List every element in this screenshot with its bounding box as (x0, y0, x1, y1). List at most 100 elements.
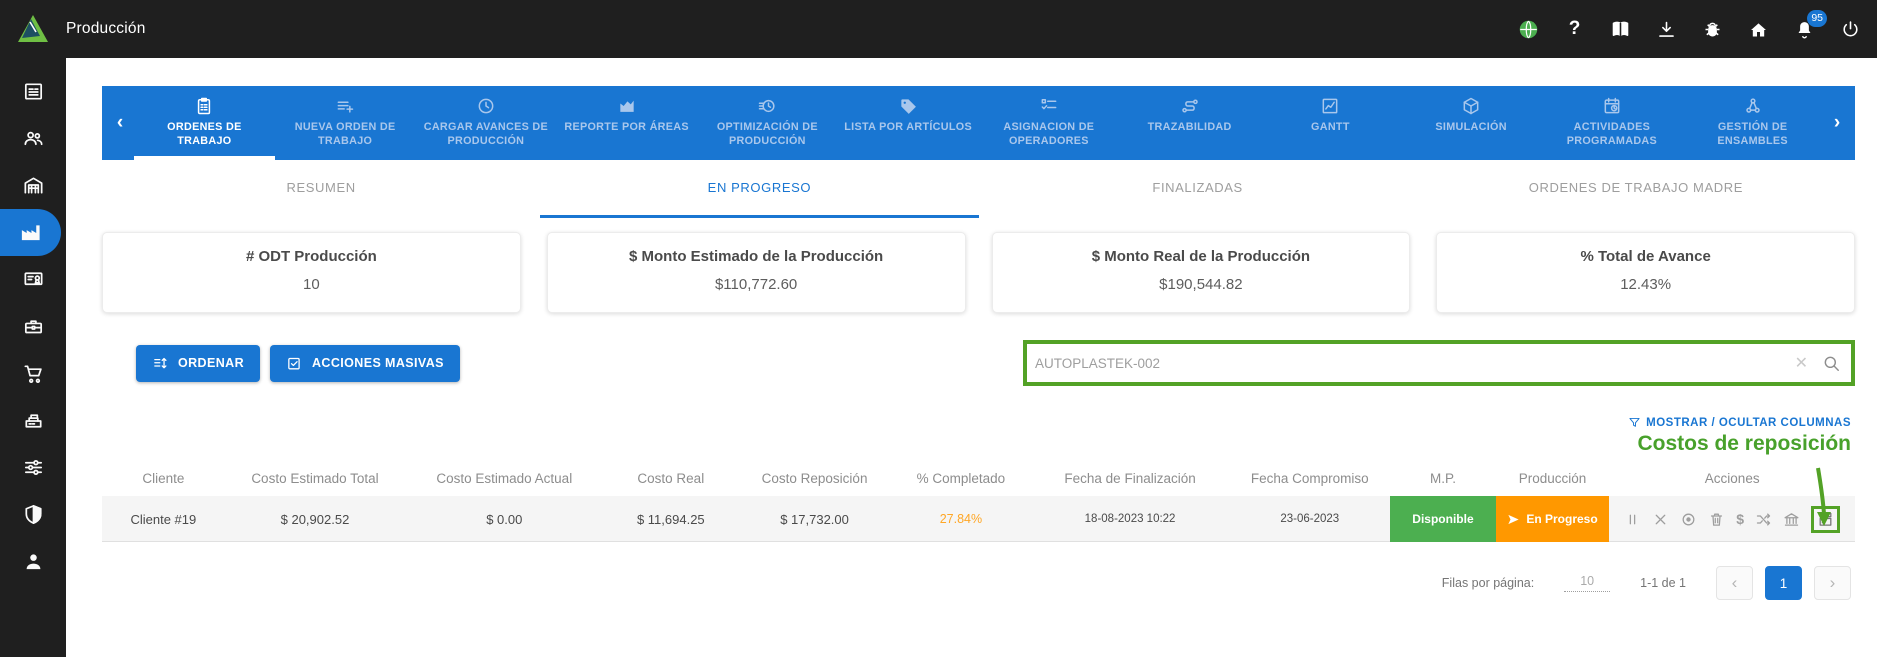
subtab-en-progreso[interactable]: EN PROGRESO (540, 160, 978, 218)
notifications-bell-icon[interactable]: 95 (1794, 19, 1815, 40)
annotation-costos-reposicion: Costos de reposición (66, 432, 1877, 456)
factory-building-icon[interactable] (1783, 511, 1800, 528)
documentation-book-icon[interactable] (1610, 19, 1631, 40)
rows-per-page-label: Filas por página: (1442, 576, 1534, 590)
tab-ordenes-de-trabajo[interactable]: ORDENES DE TRABAJO (134, 86, 275, 160)
costs-dollar-icon[interactable]: $ (1736, 511, 1744, 527)
sidebar-item-warehouse-icon[interactable] (0, 162, 66, 209)
tab-gantt[interactable]: GANTT (1260, 86, 1401, 160)
stat-card-odt-count: # ODT Producción 10 (102, 232, 521, 313)
cell-completado: 27.84% (891, 512, 1031, 526)
stat-card-monto-estimado: $ Monto Estimado de la Producción $110,7… (547, 232, 966, 313)
cell-fecha-finalizacion: 18-08-2023 10:22 (1031, 513, 1229, 525)
cell-costo-reposicion: $ 17,732.00 (738, 512, 891, 527)
sidebar-item-cart-icon[interactable] (0, 350, 66, 397)
delete-trash-icon[interactable] (1708, 511, 1725, 528)
view-details-icon[interactable] (1680, 511, 1697, 528)
tabs-scroll-left-icon[interactable]: ‹ (106, 86, 134, 160)
mp-status-badge[interactable]: Disponible (1390, 496, 1495, 542)
pause-icon[interactable] (1624, 511, 1641, 528)
tab-optimizacion[interactable]: OPTIMIZACIÓN DE PRODUCCIÓN (697, 86, 838, 160)
sidebar-item-people-icon[interactable] (0, 115, 66, 162)
tab-lista-articulos[interactable]: LISTA POR ARTÍCULOS (838, 86, 979, 160)
search-input[interactable] (1035, 348, 1795, 378)
acciones-masivas-button[interactable]: ACCIONES MASIVAS (270, 345, 460, 382)
help-icon[interactable]: ? (1564, 19, 1585, 40)
toggle-columns-label: MOSTRAR / OCULTAR COLUMNAS (1646, 417, 1851, 429)
cell-costo-estimado-actual: $ 0.00 (405, 512, 603, 527)
pagination-range: 1-1 de 1 (1640, 576, 1686, 590)
tab-nueva-orden[interactable]: NUEVA ORDEN DE TRABAJO (275, 86, 416, 160)
subtab-finalizadas[interactable]: FINALIZADAS (979, 160, 1417, 218)
next-page-button[interactable]: › (1814, 566, 1851, 600)
download-icon[interactable] (1656, 19, 1677, 40)
pagination: Filas por página: 10 1-1 de 1 ‹ 1 › (66, 566, 1877, 600)
module-tabbar: ‹ ORDENES DE TRABAJO NUEVA ORDEN DE TRAB… (102, 86, 1855, 160)
col-costo-estimado-total: Costo Estimado Total (225, 471, 406, 486)
col-produccion: Producción (1496, 471, 1610, 486)
cell-costo-estimado-total: $ 20,902.52 (225, 512, 406, 527)
search-icon[interactable] (1822, 354, 1841, 373)
page-title: Producción (66, 20, 146, 38)
tab-actividades-programadas[interactable]: ACTIVIDADES PROGRAMADAS (1542, 86, 1683, 160)
work-orders-table: Cliente Costo Estimado Total Costo Estim… (102, 460, 1855, 542)
ordenar-button[interactable]: ORDENAR (136, 345, 260, 382)
tab-gestion-ensambles[interactable]: GESTIÓN DE ENSAMBLES (1682, 86, 1823, 160)
page-1-button[interactable]: 1 (1765, 566, 1802, 600)
col-costo-real: Costo Real (603, 471, 738, 486)
power-logout-icon[interactable] (1840, 19, 1861, 40)
tab-trazabilidad[interactable]: TRAZABILIDAD (1119, 86, 1260, 160)
cancel-icon[interactable] (1652, 511, 1669, 528)
sidebar-item-certificate-icon[interactable] (0, 256, 66, 303)
cell-cliente: Cliente #19 (102, 512, 225, 527)
subtab-resumen[interactable]: RESUMEN (102, 160, 540, 218)
col-cliente: Cliente (102, 471, 225, 486)
search-box-highlighted: ✕ (1023, 340, 1855, 386)
table-row: Cliente #19 $ 20,902.52 $ 0.00 $ 11,694.… (102, 496, 1855, 542)
col-costo-reposicion: Costo Reposición (738, 471, 891, 486)
col-acciones: Acciones (1609, 471, 1854, 486)
acciones-masivas-button-label: ACCIONES MASIVAS (312, 356, 444, 370)
tab-cargar-avances[interactable]: CARGAR AVANCES DE PRODUCCIÓN (416, 86, 557, 160)
subtab-ordenes-madre[interactable]: ORDENES DE TRABAJO MADRE (1417, 160, 1855, 218)
topbar: Producción ? (0, 0, 1877, 58)
status-subtabs: RESUMEN EN PROGRESO FINALIZADAS ORDENES … (102, 160, 1855, 218)
tab-simulacion[interactable]: SIMULACIÓN (1401, 86, 1542, 160)
app-logo-icon (0, 12, 66, 46)
filter-funnel-icon (1628, 416, 1641, 429)
ordenar-button-label: ORDENAR (178, 356, 244, 370)
bug-report-icon[interactable] (1702, 19, 1723, 40)
transfer-shuffle-icon[interactable] (1755, 511, 1772, 528)
sidebar-item-settings-sliders-icon[interactable] (0, 444, 66, 491)
main-content: ‹ ORDENES DE TRABAJO NUEVA ORDEN DE TRAB… (66, 58, 1877, 657)
produccion-status-badge[interactable]: En Progreso (1496, 496, 1610, 542)
rocket-icon (1507, 513, 1520, 526)
reposition-costs-icon[interactable] (1817, 511, 1834, 528)
notification-count-badge: 95 (1807, 10, 1827, 27)
sidebar-item-production-factory-icon[interactable] (0, 209, 61, 256)
sidebar (0, 58, 66, 657)
tab-asignacion-operadores[interactable]: ASIGNACION DE OPERADORES (979, 86, 1120, 160)
sidebar-item-news-icon[interactable] (0, 68, 66, 115)
sidebar-item-cash-register-icon[interactable] (0, 397, 66, 444)
col-costo-estimado-actual: Costo Estimado Actual (405, 471, 603, 486)
tab-reporte-areas[interactable]: REPORTE POR ÁREAS (556, 86, 697, 160)
tabs-scroll-right-icon[interactable]: › (1823, 86, 1851, 160)
stat-card-monto-real: $ Monto Real de la Producción $190,544.8… (992, 232, 1411, 313)
rows-per-page-select[interactable]: 10 (1564, 574, 1610, 592)
toggle-columns-link[interactable]: MOSTRAR / OCULTAR COLUMNAS (66, 416, 1877, 429)
sidebar-item-profile-person-icon[interactable] (0, 538, 66, 585)
cell-costo-real: $ 11,694.25 (603, 512, 738, 527)
col-fecha-compromiso: Fecha Compromiso (1229, 471, 1390, 486)
home-icon[interactable] (1748, 19, 1769, 40)
reposition-costs-highlight-box (1811, 506, 1840, 533)
sidebar-item-toolbox-icon[interactable] (0, 303, 66, 350)
col-completado: % Completado (891, 471, 1031, 486)
col-fecha-finalizacion: Fecha de Finalización (1031, 471, 1229, 486)
language-globe-icon[interactable] (1518, 19, 1539, 40)
prev-page-button[interactable]: ‹ (1716, 566, 1753, 600)
cell-fecha-compromiso: 23-06-2023 (1229, 513, 1390, 525)
sidebar-item-security-shield-icon[interactable] (0, 491, 66, 538)
stat-cards: # ODT Producción 10 $ Monto Estimado de … (102, 232, 1855, 313)
search-clear-icon[interactable]: ✕ (1795, 353, 1808, 373)
